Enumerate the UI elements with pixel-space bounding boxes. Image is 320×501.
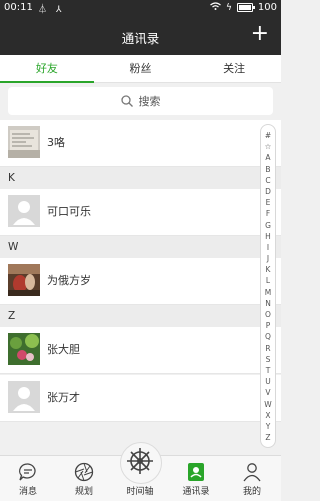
search-icon: [120, 95, 133, 107]
nav-messages[interactable]: 消息: [0, 456, 56, 501]
nav-profile[interactable]: 我的: [224, 456, 280, 501]
contact-name: 张大胆: [47, 343, 80, 356]
index-letter[interactable]: Y: [261, 421, 275, 432]
aperture-icon: [74, 462, 94, 482]
index-letter[interactable]: X: [261, 410, 275, 421]
index-letter[interactable]: E: [261, 197, 275, 208]
contacts-icon: [188, 463, 204, 481]
index-letter[interactable]: F: [261, 208, 275, 219]
index-letter[interactable]: L: [261, 275, 275, 286]
avatar: [8, 264, 40, 296]
index-letter[interactable]: K: [261, 264, 275, 275]
contact-name: 可口可乐: [47, 205, 91, 218]
battery-level: 100: [257, 2, 277, 13]
contact-list[interactable]: 3咯 K 可口可乐 W 为俄方岁 Z 张大胆 张万才: [0, 120, 281, 455]
status-bar: 00:11 ⏃ ⅄ ϟ 100: [0, 0, 281, 17]
contact-name: 张万才: [47, 391, 80, 404]
contact-row[interactable]: 为俄方岁: [0, 258, 281, 305]
tab-fans[interactable]: 粉丝: [94, 55, 188, 82]
index-letter[interactable]: ☆: [261, 141, 275, 152]
bottom-nav: 消息 规划 时间轴 通讯录 我的: [0, 442, 281, 501]
page-title: 通讯录: [121, 31, 160, 46]
nav-label: 时间轴: [126, 487, 154, 497]
index-letter[interactable]: W: [261, 399, 275, 410]
battery-icon: [236, 3, 255, 12]
search-input[interactable]: 搜索: [8, 87, 273, 115]
nav-label: 我的: [242, 487, 261, 497]
notification-icons: ⏃ ⅄: [38, 5, 65, 15]
index-letter[interactable]: B: [261, 164, 275, 175]
index-letter[interactable]: U: [261, 376, 275, 387]
wifi-icon: [210, 2, 221, 13]
index-letter[interactable]: I: [261, 242, 275, 253]
message-icon: [19, 463, 36, 481]
index-letter[interactable]: H: [261, 231, 275, 242]
index-letter[interactable]: #: [261, 130, 275, 141]
timeline-wheel-icon: [127, 448, 153, 474]
tab-bar: 好友 粉丝 关注: [0, 55, 281, 83]
index-letter[interactable]: G: [261, 220, 275, 231]
index-letter[interactable]: R: [261, 343, 275, 354]
avatar: [8, 381, 40, 413]
index-letter[interactable]: M: [261, 287, 275, 298]
section-header-w: W: [0, 236, 281, 258]
nav-plan[interactable]: 规划: [56, 456, 112, 501]
status-time: 00:11: [4, 2, 33, 13]
tab-friends[interactable]: 好友: [0, 55, 94, 83]
avatar: [8, 333, 40, 365]
profile-icon: [243, 463, 261, 482]
index-letter[interactable]: P: [261, 320, 275, 331]
contact-row[interactable]: 可口可乐: [0, 189, 281, 236]
avatar: [8, 126, 40, 158]
contact-name: 为俄方岁: [47, 274, 91, 287]
index-letter[interactable]: N: [261, 298, 275, 309]
plus-icon[interactable]: +: [251, 21, 269, 47]
contact-row[interactable]: 张大胆: [0, 327, 281, 374]
index-letter[interactable]: T: [261, 365, 275, 376]
search-area: 搜索: [0, 83, 281, 120]
nav-label: 消息: [18, 487, 37, 497]
search-placeholder: 搜索: [138, 95, 161, 108]
nav-label: 通讯录: [182, 487, 210, 497]
index-letter[interactable]: O: [261, 309, 275, 320]
index-letter[interactable]: A: [261, 152, 275, 163]
index-letter[interactable]: D: [261, 186, 275, 197]
index-letter[interactable]: S: [261, 354, 275, 365]
section-header-k: K: [0, 167, 281, 189]
contact-row[interactable]: 3咯: [0, 120, 281, 167]
index-letter[interactable]: Q: [261, 331, 275, 342]
nav-label: 规划: [74, 487, 93, 497]
avatar: [8, 195, 40, 227]
nav-contacts[interactable]: 通讯录: [168, 456, 224, 501]
charging-icon: ϟ: [225, 2, 232, 13]
alphabet-index[interactable]: # ☆ A B C D E F G H I J K L M N O P Q R S T U V W X Y Z: [260, 124, 276, 448]
contact-name: 3咯: [47, 136, 65, 149]
section-header-z: Z: [0, 305, 281, 327]
title-bar: 通讯录 +: [0, 17, 281, 55]
tab-following[interactable]: 关注: [187, 55, 281, 82]
index-letter[interactable]: Z: [261, 432, 275, 443]
index-letter[interactable]: V: [261, 387, 275, 398]
index-letter[interactable]: J: [261, 253, 275, 264]
nav-timeline[interactable]: 时间轴: [112, 442, 168, 501]
contact-row[interactable]: 张万才: [0, 375, 281, 422]
index-letter[interactable]: C: [261, 175, 275, 186]
